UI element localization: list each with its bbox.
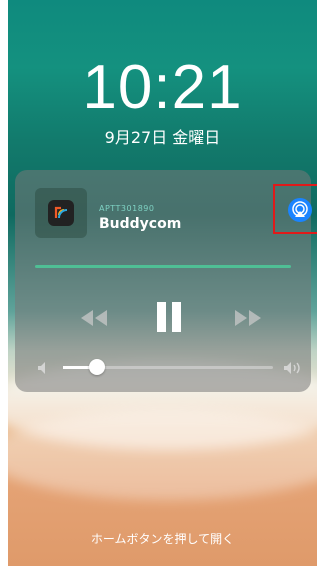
fast-forward-button[interactable] bbox=[233, 308, 263, 332]
volume-high-icon bbox=[283, 360, 305, 379]
pause-button[interactable] bbox=[155, 300, 183, 338]
track-subtitle: APTT301890 bbox=[99, 204, 155, 213]
now-playing-widget: APTT301890 Buddycom bbox=[15, 170, 317, 392]
playback-progress-bar[interactable] bbox=[35, 265, 291, 268]
app-artwork[interactable] bbox=[35, 188, 87, 238]
lockscreen-clock: 10:21 bbox=[82, 53, 243, 122]
airplay-highlight bbox=[273, 184, 317, 234]
page-indicator bbox=[156, 558, 186, 566]
buddycom-icon bbox=[48, 200, 74, 226]
airplay-icon[interactable] bbox=[288, 198, 312, 222]
track-title: Buddycom bbox=[99, 216, 182, 232]
volume-low-icon bbox=[37, 360, 53, 379]
lock-screen: 10:21 9月27日 金曜日 APTT301890 Buddycom ホームボ… bbox=[8, 0, 317, 566]
volume-slider-knob[interactable] bbox=[89, 359, 105, 375]
wave-foam bbox=[8, 410, 317, 500]
rewind-button[interactable] bbox=[79, 308, 109, 332]
unlock-hint: ホームボタンを押して開く bbox=[90, 532, 235, 546]
lockscreen-date: 9月27日 金曜日 bbox=[104, 128, 221, 147]
